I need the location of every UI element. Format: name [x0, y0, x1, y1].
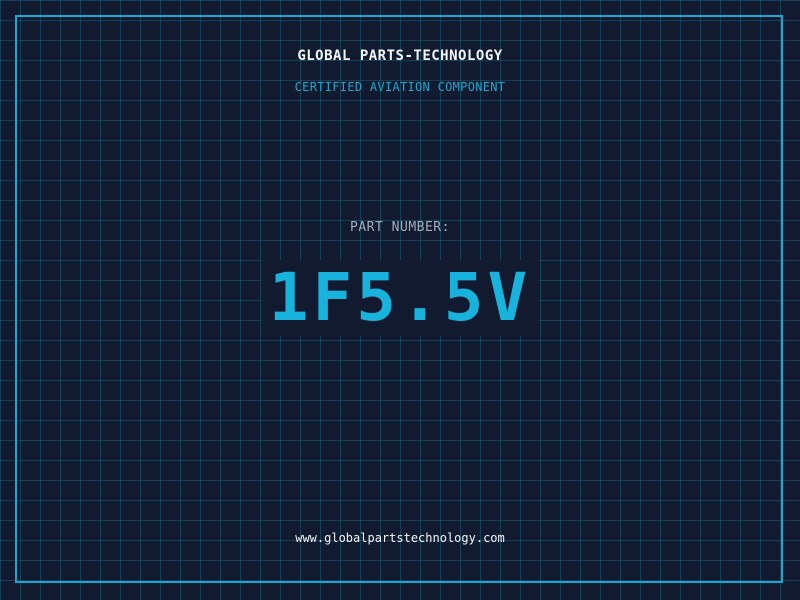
certificate-page: GLOBAL PARTS-TECHNOLOGY CERTIFIED AVIATI… [0, 0, 800, 600]
company-name: GLOBAL PARTS-TECHNOLOGY [297, 48, 503, 64]
website-url: www.globalpartstechnology.com [295, 531, 505, 545]
certification-subtitle: CERTIFIED AVIATION COMPONENT [294, 80, 506, 94]
part-number-container: 1F5.5V [0, 260, 800, 336]
part-number-label: PART NUMBER: [350, 220, 450, 235]
part-number-value: 1F5.5V [260, 260, 540, 336]
